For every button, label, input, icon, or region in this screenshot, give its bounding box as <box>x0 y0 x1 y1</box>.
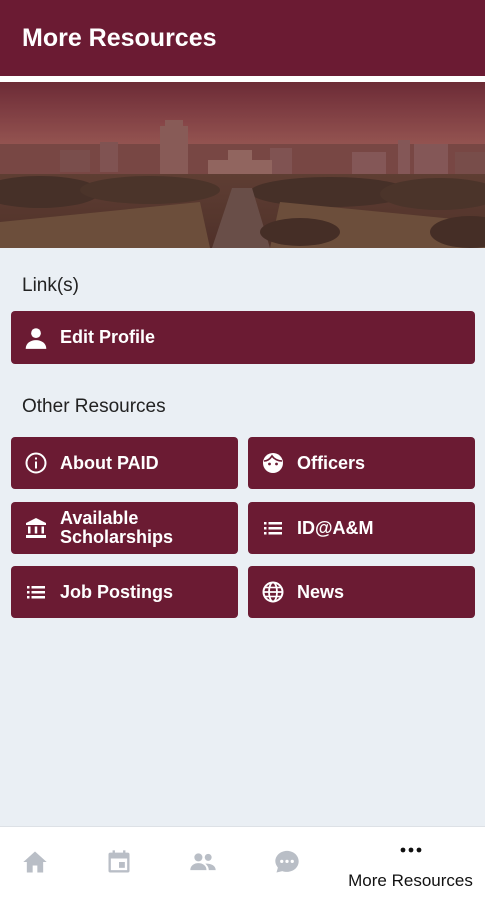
edit-profile-label: Edit Profile <box>60 327 156 347</box>
job-postings-label: Job Postings <box>60 581 174 602</box>
page-title: More Resources <box>22 24 217 52</box>
people-icon <box>188 848 218 881</box>
person-icon <box>23 325 49 351</box>
bottom-navigation: More Resources <box>0 826 485 900</box>
available-scholarships-line1: Available <box>60 508 139 528</box>
nav-more-resources-label: More Resources <box>348 871 473 890</box>
officers-label: Officers <box>297 452 366 473</box>
home-icon <box>21 848 49 881</box>
nav-more-resources[interactable]: More Resources <box>336 827 485 900</box>
more-dots-icon <box>399 841 423 859</box>
nav-people[interactable] <box>168 827 238 900</box>
news-label: News <box>297 581 345 602</box>
links-section-label: Link(s) <box>22 275 80 296</box>
about-paid-button[interactable]: About PAID <box>11 437 238 489</box>
app-header: More Resources <box>0 0 485 76</box>
id-am-button[interactable]: ID@A&M <box>248 502 475 554</box>
list-icon <box>23 579 49 605</box>
nav-chat[interactable] <box>252 827 322 900</box>
list-icon <box>260 515 286 541</box>
calendar-icon <box>105 848 133 881</box>
globe-icon <box>260 579 286 605</box>
job-postings-button[interactable]: Job Postings <box>11 566 238 618</box>
hero-image <box>0 82 485 248</box>
edit-profile-button[interactable]: Edit Profile <box>11 311 475 364</box>
officers-button[interactable]: Officers <box>248 437 475 489</box>
available-scholarships-label: Available Scholarships <box>60 509 173 547</box>
chat-icon <box>273 848 301 881</box>
available-scholarships-button[interactable]: Available Scholarships <box>11 502 238 554</box>
news-button[interactable]: News <box>248 566 475 618</box>
face-icon <box>260 450 286 476</box>
available-scholarships-line2: Scholarships <box>60 527 174 547</box>
nav-calendar[interactable] <box>84 827 154 900</box>
bank-icon <box>23 515 49 541</box>
other-resources-section-label: Other Resources <box>22 396 166 417</box>
info-icon <box>23 450 49 476</box>
id-am-label: ID@A&M <box>297 517 374 538</box>
about-paid-label: About PAID <box>60 452 159 473</box>
nav-home[interactable] <box>0 827 70 900</box>
